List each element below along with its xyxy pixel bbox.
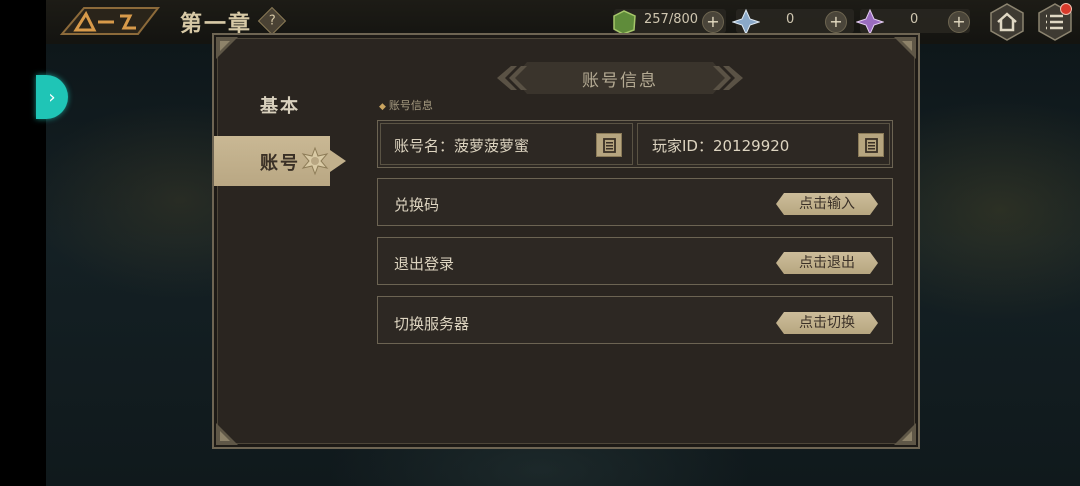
purple-star-icon (856, 8, 884, 36)
resource-value-crystal: 257/800 (644, 12, 699, 27)
notification-badge (1060, 3, 1072, 15)
tab-account-label: 账号 (260, 153, 300, 174)
corner-ornament (894, 423, 916, 445)
logout-button[interactable]: 点击退出 (776, 252, 878, 274)
redeem-input-button[interactable]: 点击输入 (776, 193, 878, 215)
switch-server-label: 切换服务器 (394, 315, 470, 333)
game-logo (59, 7, 161, 35)
tab-basic[interactable]: 基本 (260, 92, 300, 118)
panel-title: 账号信息 (582, 71, 658, 91)
copy-id-button[interactable] (858, 133, 884, 157)
redeem-code-label: 兑换码 (394, 196, 440, 214)
tab-pointer-icon (330, 150, 346, 172)
blue-star-icon (732, 8, 760, 36)
question-icon: ? (268, 13, 276, 28)
player-id: 玩家ID：20129920 (652, 137, 790, 155)
corner-ornament (216, 423, 238, 445)
chevron-right-icon: › (48, 86, 56, 108)
section-label: ◆ 账号信息 (379, 97, 433, 113)
resource-value-purple: 0 (910, 12, 919, 27)
add-blue-button[interactable]: + (825, 11, 847, 33)
corner-ornament (894, 37, 916, 59)
screen-edge (0, 0, 46, 486)
corner-ornament (216, 37, 238, 59)
account-name: 账号名：菠萝菠萝蜜 (394, 137, 530, 155)
add-crystal-button[interactable]: + (702, 11, 724, 33)
copy-icon (865, 138, 878, 153)
green-crystal-icon (613, 10, 636, 35)
switch-server-button[interactable]: 点击切换 (776, 312, 878, 334)
copy-name-button[interactable] (596, 133, 622, 157)
diamond-bullet-icon: ◆ (379, 102, 386, 112)
section-label-text: 账号信息 (388, 99, 433, 112)
copy-icon (603, 138, 616, 153)
gear-ornament-icon (301, 146, 329, 176)
home-button[interactable] (988, 3, 1026, 41)
add-purple-button[interactable]: + (948, 11, 970, 33)
logout-label: 退出登录 (394, 255, 455, 273)
resource-value-blue: 0 (786, 12, 795, 27)
